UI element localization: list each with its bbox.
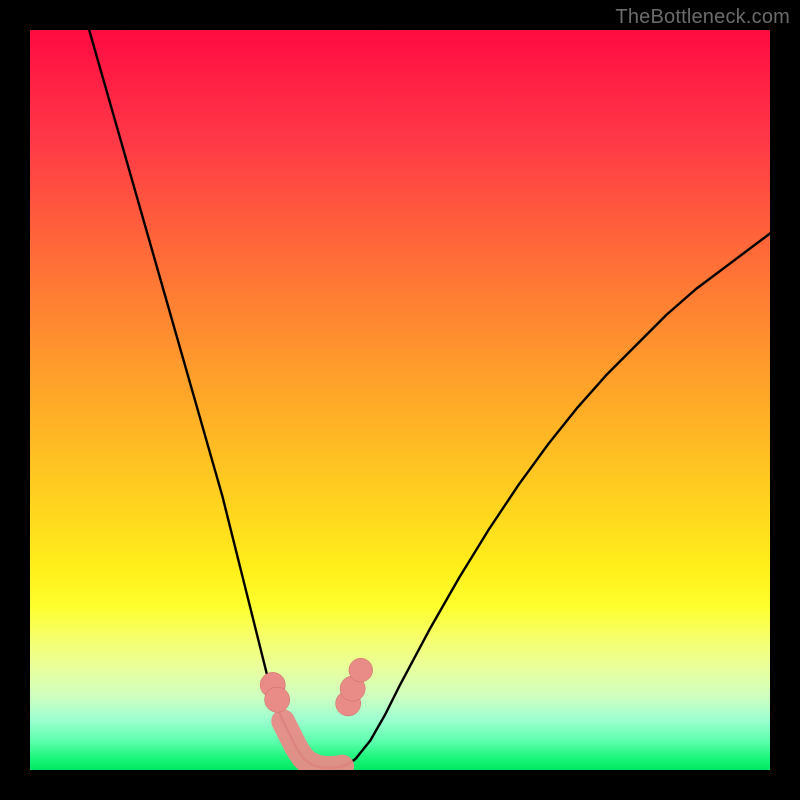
curve-marker <box>349 658 373 682</box>
curve-marker <box>265 687 290 712</box>
bottleneck-curve <box>89 30 770 768</box>
chart-frame: TheBottleneck.com <box>0 0 800 800</box>
plot-area <box>30 30 770 770</box>
trough-band-marker <box>283 721 342 768</box>
curve-layer <box>30 30 770 770</box>
watermark-text: TheBottleneck.com <box>615 6 790 29</box>
